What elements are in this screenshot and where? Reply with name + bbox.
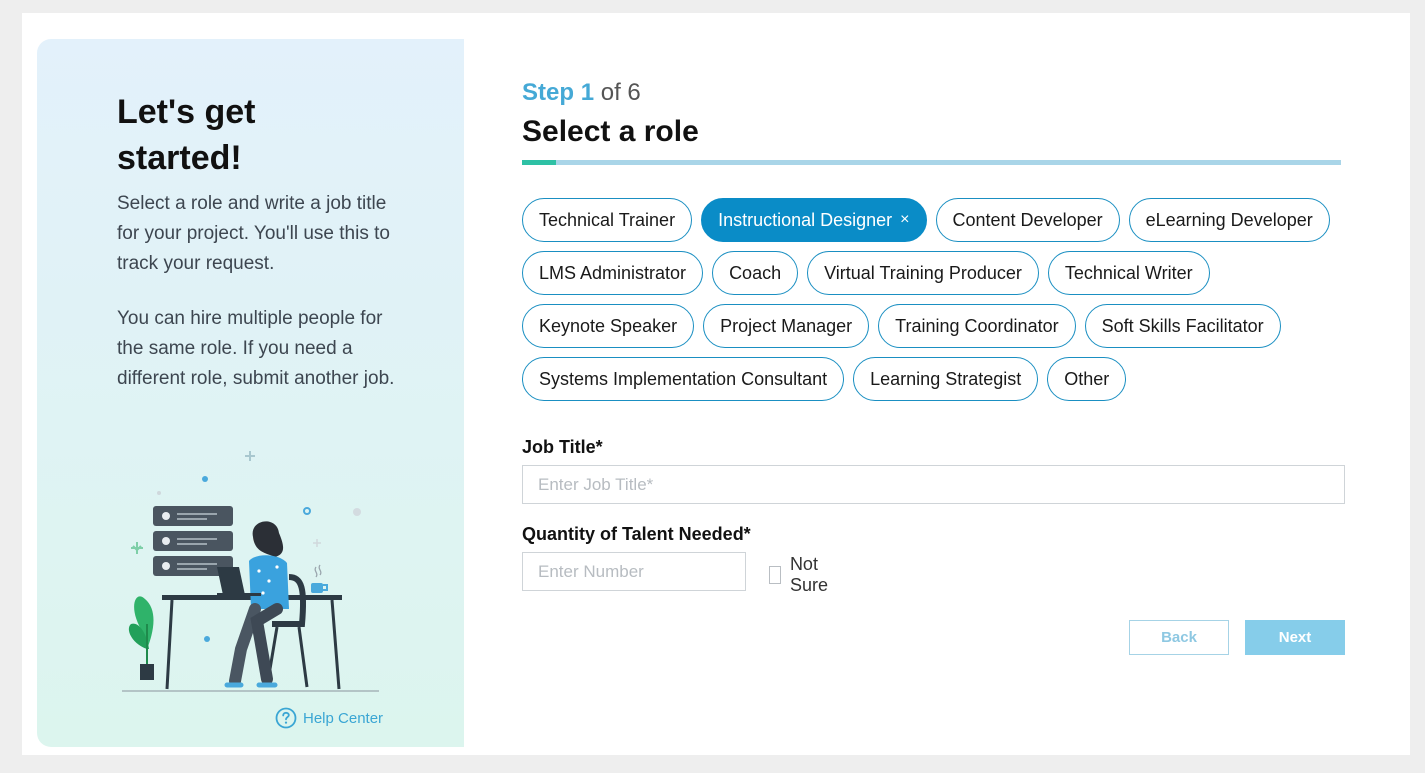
role-chip[interactable]: Other xyxy=(1047,357,1127,401)
quantity-input[interactable] xyxy=(522,552,746,591)
progress-bar-fill xyxy=(522,160,557,165)
intro-paragraph-2: You can hire multiple people for the sam… xyxy=(117,308,395,389)
back-button[interactable]: Back xyxy=(1129,620,1229,655)
role-chip-label: Project Manager xyxy=(720,315,853,336)
close-icon[interactable]: × xyxy=(900,212,909,228)
step-prefix: Step xyxy=(522,79,575,106)
role-chip[interactable]: Virtual Training Producer xyxy=(807,251,1039,295)
role-chip-label: Content Developer xyxy=(952,209,1103,230)
step-total: of 6 xyxy=(600,79,641,106)
page-title: Select a role xyxy=(522,115,699,148)
job-title-label: Job Title* xyxy=(522,437,603,457)
role-chip-label: Instructional Designer xyxy=(718,209,893,230)
role-chip-label: Technical Trainer xyxy=(539,209,676,230)
step-current: 1 xyxy=(580,79,595,106)
role-chip[interactable]: Technical Writer xyxy=(1047,251,1210,295)
role-chip-list: Technical Trainer Instructional Designer ×… xyxy=(522,198,1352,401)
help-center-label: Help Center xyxy=(303,709,384,727)
role-chip-label: Technical Writer xyxy=(1064,262,1193,283)
role-chip[interactable]: Keynote Speaker xyxy=(522,304,695,348)
intro-title: Let's get started! xyxy=(117,93,256,177)
role-chip[interactable]: Learning Strategist xyxy=(853,357,1039,401)
role-chip-label: Training Coordinator xyxy=(895,315,1059,336)
not-sure-label: Not Sure xyxy=(789,554,828,595)
role-chip[interactable]: Technical Trainer xyxy=(522,198,693,242)
main-card: Let's get started! Select a role and wri… xyxy=(22,13,1410,755)
job-title-input[interactable] xyxy=(522,465,1345,504)
role-chip-label: LMS Administrator xyxy=(539,262,687,283)
role-chip[interactable]: eLearning Developer xyxy=(1128,198,1330,242)
question-circle-icon xyxy=(275,707,297,729)
role-chip[interactable]: Content Developer xyxy=(935,198,1120,242)
role-chip-label: Other xyxy=(1064,368,1110,389)
intro-paragraph-1: Select a role and write a job title for … xyxy=(117,193,390,274)
role-chip-label: Virtual Training Producer xyxy=(824,262,1022,283)
next-button[interactable]: Next xyxy=(1245,620,1345,655)
progress-bar xyxy=(522,160,1341,165)
help-center-link[interactable]: Help Center xyxy=(275,707,383,729)
role-chip-label: Keynote Speaker xyxy=(539,315,678,336)
intro-panel: Let's get started! Select a role and wri… xyxy=(37,39,464,747)
role-chip-label: eLearning Developer xyxy=(1145,209,1313,230)
role-chip-label: Learning Strategist xyxy=(870,368,1022,389)
role-chip-label: Coach xyxy=(729,262,782,283)
role-chip[interactable]: LMS Administrator xyxy=(522,251,704,295)
role-chip[interactable]: Instructional Designer × xyxy=(701,198,927,242)
quantity-label: Quantity of Talent Needed* xyxy=(522,524,751,544)
person-at-desk-illustration xyxy=(122,451,379,692)
not-sure-checkbox-control[interactable]: Not Sure xyxy=(769,554,834,596)
step-indicator: Step 1 of 6 xyxy=(522,79,641,107)
role-chip-label: Systems Implementation Consultant xyxy=(539,368,828,389)
role-chip[interactable]: Systems Implementation Consultant xyxy=(522,357,845,401)
role-chip-label: Soft Skills Facilitator xyxy=(1101,315,1264,336)
not-sure-checkbox[interactable] xyxy=(769,566,781,584)
role-chip[interactable]: Soft Skills Facilitator xyxy=(1084,304,1281,348)
role-chip[interactable]: Project Manager xyxy=(703,304,870,348)
role-chip[interactable]: Training Coordinator xyxy=(878,304,1076,348)
role-chip[interactable]: Coach xyxy=(712,251,799,295)
